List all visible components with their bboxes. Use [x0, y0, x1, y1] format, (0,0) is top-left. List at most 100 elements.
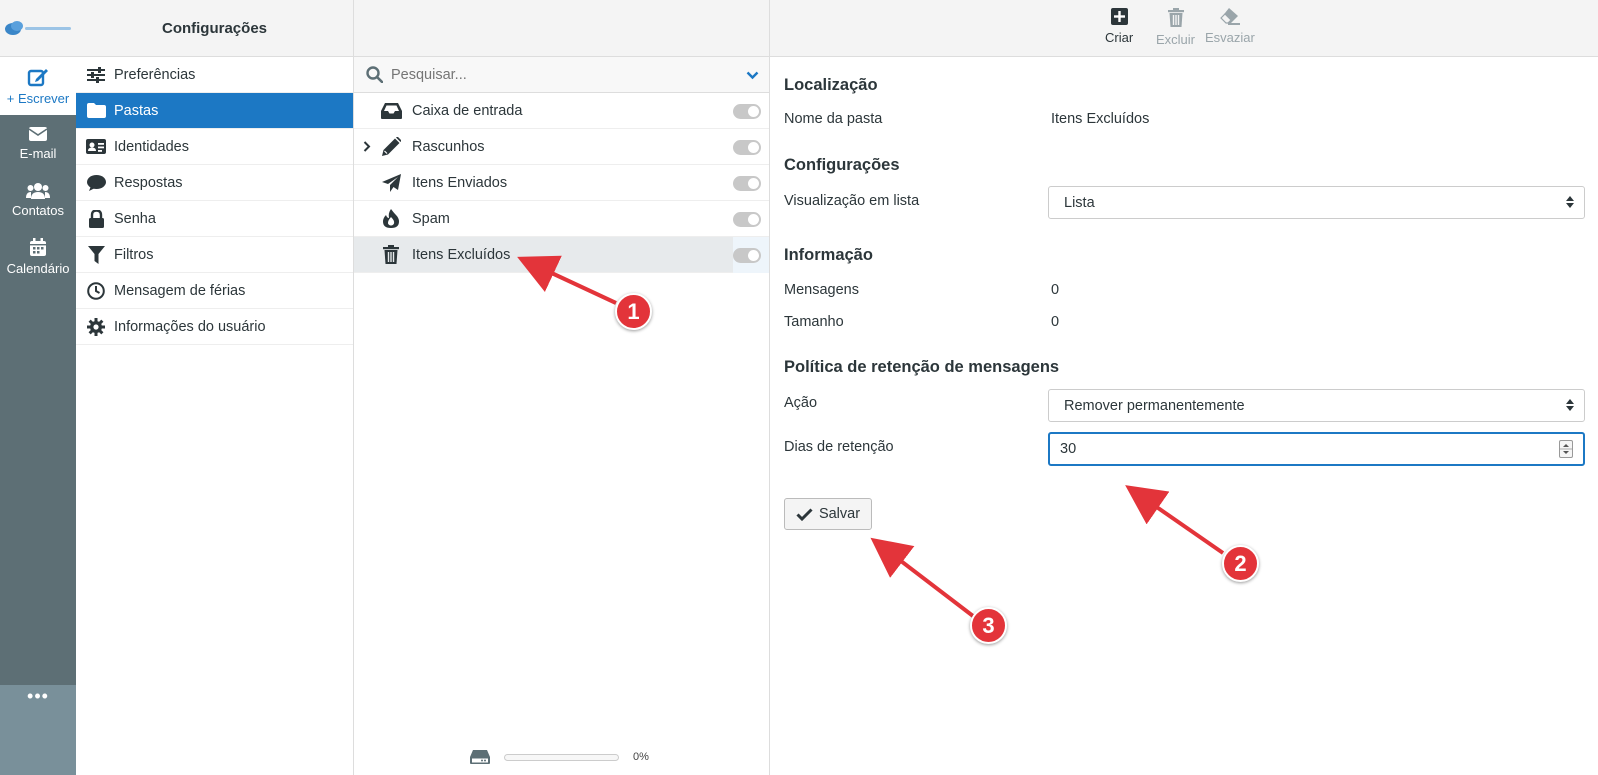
retention-days-value: 30 [1060, 441, 1077, 457]
more-icon: ••• [27, 685, 49, 706]
folder-item-drafts[interactable]: Rascunhos [354, 129, 769, 165]
subscribe-toggle[interactable] [733, 104, 761, 119]
settings-item-label: Informações do usuário [114, 318, 266, 335]
settings-item-label: Respostas [114, 174, 183, 191]
folder-properties: Criar Excluir Esvaziar Localização Nome … [770, 0, 1598, 775]
settings-panel: Configurações Preferências Pastas Identi… [76, 0, 354, 775]
paper-plane-icon [381, 173, 401, 192]
settings-item-identities[interactable]: Identidades [76, 129, 353, 165]
fire-icon [383, 209, 399, 228]
folder-icon [86, 103, 106, 118]
delete-label: Excluir [1156, 32, 1196, 47]
settings-item-label: Identidades [114, 138, 189, 155]
annotation-badge-2: 2 [1222, 545, 1259, 582]
location-title: Localização [784, 76, 878, 94]
settings-item-label: Filtros [114, 246, 154, 263]
sort-arrows-icon [1566, 196, 1574, 208]
rail-item-email[interactable]: E-mail [0, 115, 76, 171]
folder-item-sent[interactable]: Itens Enviados [354, 165, 769, 201]
folder-label: Rascunhos [412, 138, 485, 155]
config-title: Configurações [784, 156, 900, 174]
settings-item-preferences[interactable]: Preferências [76, 57, 353, 93]
settings-item-user-info[interactable]: Informações do usuário [76, 309, 353, 345]
folders-panel: Caixa de entrada Rascunhos Itens Enviado… [354, 0, 770, 775]
folder-name-label: Nome da pasta [784, 111, 883, 127]
search-icon [366, 66, 383, 83]
retention-days-input[interactable]: 30 [1048, 432, 1585, 466]
rail-item-label: Calendário [6, 261, 70, 276]
empty-button[interactable]: Esvaziar [1205, 8, 1255, 45]
compose-button[interactable]: + Escrever [0, 57, 76, 115]
settings-item-label: Pastas [114, 102, 159, 119]
folder-name-value: Itens Excluídos [1051, 111, 1150, 127]
rail-item-calendar[interactable]: Calendário [0, 229, 76, 285]
chevron-right-icon[interactable] [358, 141, 376, 152]
quota-text: 0% [633, 751, 649, 763]
subscribe-toggle[interactable] [733, 140, 761, 155]
action-label: Ação [784, 395, 818, 411]
calendar-icon [30, 238, 46, 256]
empty-label: Esvaziar [1205, 30, 1255, 45]
folder-item-inbox[interactable]: Caixa de entrada [354, 93, 769, 129]
settings-item-filters[interactable]: Filtros [76, 237, 353, 273]
number-spinner[interactable] [1559, 440, 1573, 458]
id-card-icon [86, 139, 106, 154]
annotation-badge-3: 3 [970, 607, 1007, 644]
quota-bar [504, 753, 619, 761]
envelope-icon [28, 126, 48, 141]
eraser-icon [1220, 8, 1240, 25]
subscribe-toggle[interactable] [733, 248, 761, 263]
subscribe-toggle[interactable] [733, 212, 761, 227]
lock-icon [88, 209, 104, 228]
clock-icon [87, 281, 105, 300]
delete-button[interactable]: Excluir [1156, 8, 1195, 47]
sliders-icon [87, 66, 105, 83]
folder-search [354, 57, 769, 93]
settings-item-label: Mensagem de férias [114, 282, 246, 299]
subscribe-toggle[interactable] [733, 176, 761, 191]
folder-label: Caixa de entrada [412, 102, 523, 119]
users-icon [26, 183, 50, 199]
compose-icon [27, 68, 48, 86]
settings-item-vacation[interactable]: Mensagem de férias [76, 273, 353, 309]
app-logo[interactable] [0, 0, 76, 57]
settings-item-password[interactable]: Senha [76, 201, 353, 237]
quota-indicator: 0% [470, 750, 649, 764]
plus-square-icon [1110, 8, 1128, 25]
settings-item-responses[interactable]: Respostas [76, 165, 353, 201]
rail-item-contacts[interactable]: Contatos [0, 172, 76, 228]
folder-item-spam[interactable]: Spam [354, 201, 769, 237]
messages-label: Mensagens [784, 282, 859, 298]
size-label: Tamanho [784, 314, 844, 330]
info-title: Informação [784, 246, 873, 264]
list-view-select[interactable]: Lista [1048, 186, 1585, 219]
inbox-icon [380, 102, 402, 119]
action-select[interactable]: Remover permanentemente [1048, 389, 1585, 422]
gear-icon [87, 317, 105, 336]
rail-item-label: Contatos [11, 203, 65, 218]
folder-item-trash[interactable]: Itens Excluídos [354, 237, 769, 273]
list-view-value: Lista [1064, 194, 1095, 211]
search-input[interactable] [391, 66, 721, 83]
create-button[interactable]: Criar [1105, 8, 1133, 45]
save-button[interactable]: Salvar [784, 498, 872, 530]
folders-header [354, 0, 769, 57]
pencil-icon [381, 137, 401, 156]
toolbar: Criar Excluir Esvaziar [770, 0, 1598, 57]
chevron-down-icon[interactable] [746, 67, 759, 83]
rail-item-label: E-mail [19, 145, 57, 161]
sort-arrows-icon [1566, 399, 1574, 411]
list-view-label: Visualização em lista [784, 193, 920, 209]
settings-title: Configurações [76, 0, 353, 57]
folder-label: Itens Enviados [412, 174, 508, 191]
settings-item-label: Preferências [114, 66, 196, 83]
more-button[interactable]: ••• [0, 685, 76, 707]
settings-item-label: Senha [114, 210, 156, 227]
size-value: 0 [1051, 314, 1060, 330]
filter-icon [87, 245, 105, 264]
annotation-badge-1: 1 [615, 293, 652, 330]
action-value: Remover permanentemente [1064, 397, 1245, 414]
save-label: Salvar [818, 506, 861, 522]
folder-label: Spam [412, 210, 450, 227]
settings-item-folders[interactable]: Pastas [76, 93, 353, 129]
